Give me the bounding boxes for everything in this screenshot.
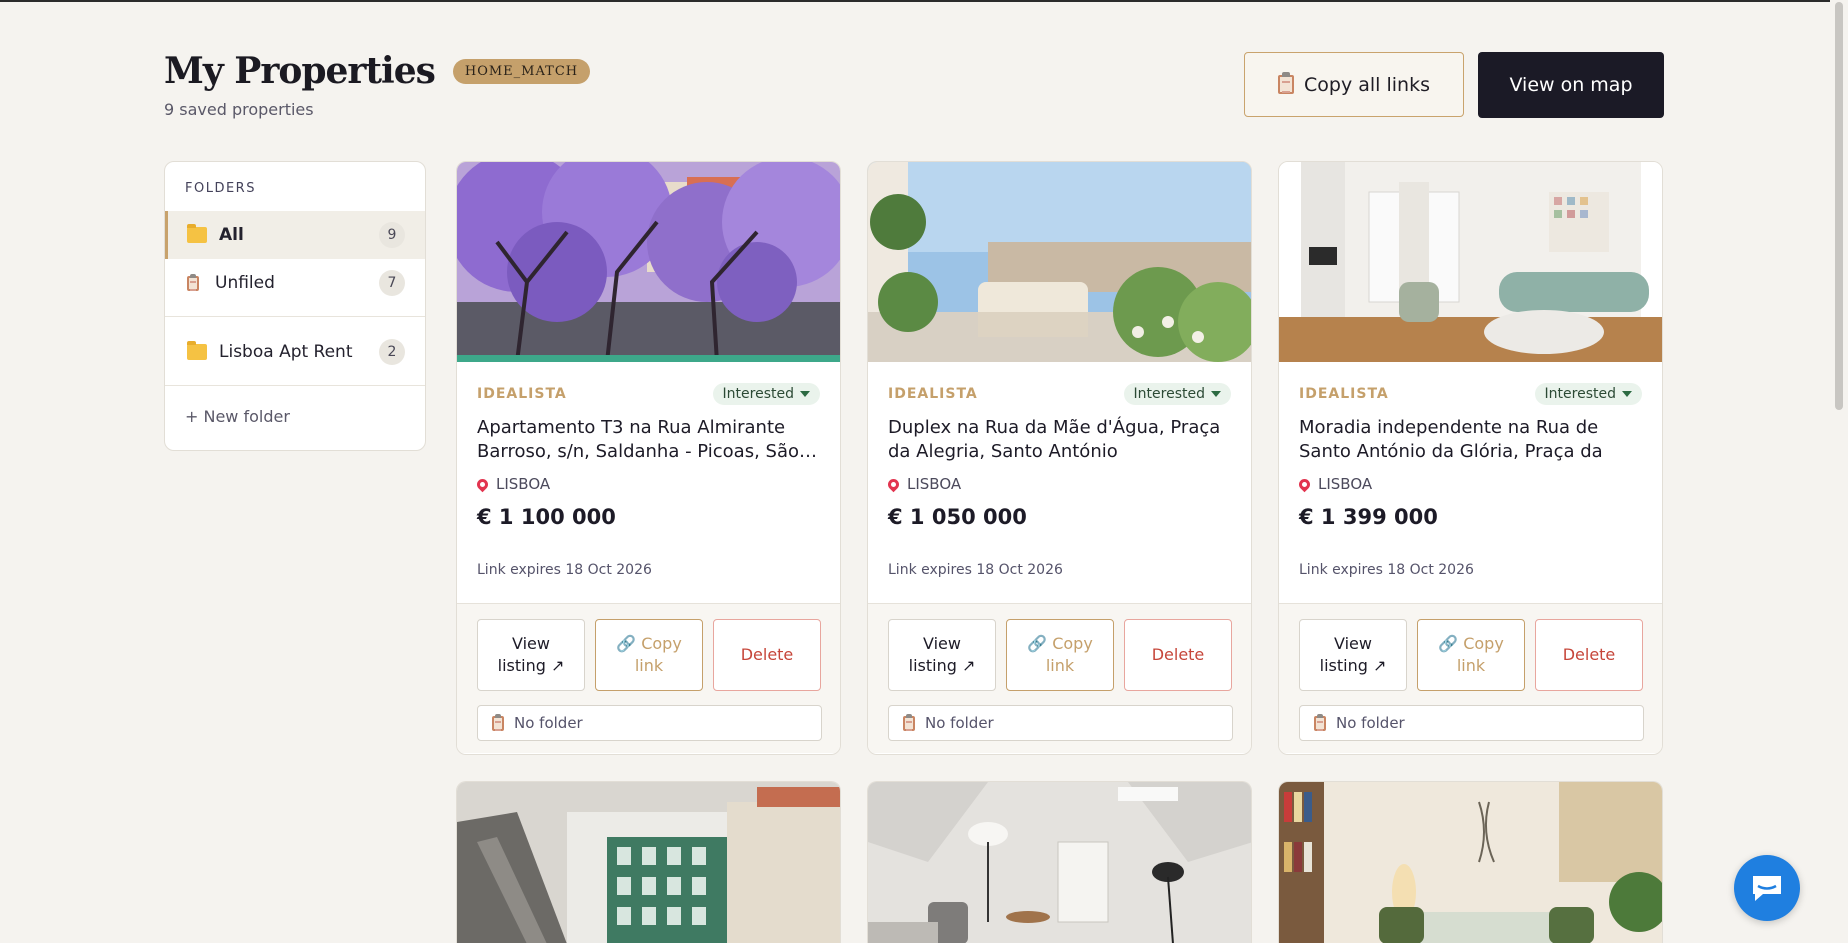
property-title[interactable]: Apartamento T3 na Rua Almirante Barroso,…	[477, 416, 822, 464]
home-match-tag: HOME_MATCH	[452, 58, 591, 84]
folder-count-badge: 9	[379, 222, 405, 248]
clipboard-icon	[1278, 72, 1294, 94]
map-pin-icon	[885, 476, 902, 492]
new-folder-button[interactable]: + New folder	[185, 407, 290, 426]
copy-link-label: 🔗 Copy link	[1438, 634, 1504, 675]
property-card: IDEALISTA Interested Moradia independent…	[1278, 161, 1663, 755]
property-card	[456, 781, 841, 943]
view-listing-button[interactable]: View listing ↗	[477, 619, 585, 691]
property-card: IDEALISTA Interested Duplex na Rua da Mã…	[867, 161, 1252, 755]
status-label: Interested	[1544, 386, 1616, 402]
copy-link-button[interactable]: 🔗 Copy link	[595, 619, 703, 691]
folder-count-badge: 2	[379, 339, 405, 365]
property-photo[interactable]	[868, 162, 1251, 362]
card-actions: View listing ↗ 🔗 Copy link Delete No folde…	[457, 603, 840, 753]
folder-select-value: No folder	[925, 714, 994, 732]
status-dropdown[interactable]: Interested	[1123, 383, 1231, 405]
property-card: IDEALISTA Interested Apartamento T3 na R…	[456, 161, 841, 755]
status-label: Interested	[1133, 386, 1205, 402]
location: LISBOA	[885, 475, 962, 493]
delete-button[interactable]: Delete	[713, 619, 821, 691]
price: € 1 050 000	[888, 505, 1027, 529]
link-icon: 🔗	[1027, 634, 1053, 653]
folder-item-all[interactable]: All 9	[165, 211, 425, 259]
folder-select[interactable]: No folder	[1299, 705, 1644, 741]
folders-heading: FOLDERS	[185, 181, 256, 196]
property-photo[interactable]	[457, 782, 840, 943]
folder-select-value: No folder	[514, 714, 583, 732]
property-title[interactable]: Moradia independente na Rua de Santo Ant…	[1299, 416, 1644, 464]
status-dropdown[interactable]: Interested	[1534, 383, 1642, 405]
property-photo[interactable]	[868, 782, 1251, 943]
link-expiry: Link expires 18 Oct 2026	[1299, 562, 1474, 578]
folder-icon	[187, 341, 207, 360]
copy-link-label: 🔗 Copy link	[1027, 634, 1093, 675]
scrollbar[interactable]	[1830, 0, 1848, 943]
link-expiry: Link expires 18 Oct 2026	[888, 562, 1063, 578]
saved-count: 9 saved properties	[164, 100, 314, 119]
folder-select-value: No folder	[1336, 714, 1405, 732]
delete-button[interactable]: Delete	[1535, 619, 1643, 691]
folders-sidebar: FOLDERS All 9 Unfiled 7 Lisboa Apt Rent …	[164, 161, 426, 451]
card-actions: View listing ↗ 🔗 Copy link Delete No folde…	[1279, 603, 1662, 753]
chat-bubble-icon	[1753, 876, 1781, 901]
folder-item-unfiled[interactable]: Unfiled 7	[165, 259, 425, 307]
price: € 1 399 000	[1299, 505, 1438, 529]
folder-name: Lisboa Apt Rent	[219, 342, 353, 362]
property-photo[interactable]	[1279, 162, 1662, 362]
view-on-map-button[interactable]: View on map	[1478, 52, 1664, 118]
page-header: My Properties HOME_MATCH 9 saved propert…	[164, 50, 591, 119]
source-label: IDEALISTA	[888, 386, 978, 402]
source-label: IDEALISTA	[1299, 386, 1389, 402]
location: LISBOA	[1296, 475, 1373, 493]
property-photo[interactable]	[1279, 782, 1662, 943]
scrollbar-thumb[interactable]	[1835, 2, 1843, 410]
clipboard-icon	[903, 713, 915, 731]
link-expiry: Link expires 18 Oct 2026	[477, 562, 652, 578]
card-actions: View listing ↗ 🔗 Copy link Delete No folde…	[868, 603, 1251, 753]
folder-item-lisboa-apt-rent[interactable]: Lisboa Apt Rent 2	[165, 328, 425, 376]
link-icon: 🔗	[1438, 634, 1464, 653]
caret-down-icon	[1211, 391, 1221, 397]
divider	[165, 316, 425, 317]
divider	[165, 385, 425, 386]
delete-button[interactable]: Delete	[1124, 619, 1232, 691]
caret-down-icon	[1622, 391, 1632, 397]
chat-button[interactable]	[1734, 855, 1800, 921]
property-photo[interactable]	[457, 162, 840, 362]
price: € 1 100 000	[477, 505, 616, 529]
folder-icon	[187, 224, 207, 243]
location-label: LISBOA	[496, 475, 551, 493]
folder-select[interactable]: No folder	[888, 705, 1233, 741]
clipboard-icon	[492, 713, 504, 731]
copy-link-label: 🔗 Copy link	[616, 634, 682, 675]
page-title: My Properties	[164, 50, 436, 92]
link-icon: 🔗	[616, 634, 642, 653]
copy-link-button[interactable]: 🔗 Copy link	[1417, 619, 1525, 691]
location-label: LISBOA	[907, 475, 962, 493]
location: LISBOA	[474, 475, 551, 493]
view-listing-button[interactable]: View listing ↗	[1299, 619, 1407, 691]
folder-count-badge: 7	[379, 270, 405, 296]
caret-down-icon	[800, 391, 810, 397]
view-listing-button[interactable]: View listing ↗	[888, 619, 996, 691]
source-label: IDEALISTA	[477, 386, 567, 402]
property-card	[867, 781, 1252, 943]
copy-link-button[interactable]: 🔗 Copy link	[1006, 619, 1114, 691]
copy-all-links-label: Copy all links	[1304, 73, 1430, 96]
location-label: LISBOA	[1318, 475, 1373, 493]
map-pin-icon	[1296, 476, 1313, 492]
top-border	[0, 0, 1830, 2]
copy-all-links-button[interactable]: Copy all links	[1244, 52, 1464, 117]
clipboard-icon	[187, 273, 199, 291]
status-dropdown[interactable]: Interested	[712, 383, 820, 405]
property-card	[1278, 781, 1663, 943]
folder-name: Unfiled	[215, 273, 275, 293]
folder-name: All	[219, 225, 244, 245]
clipboard-icon	[1314, 713, 1326, 731]
folder-select[interactable]: No folder	[477, 705, 822, 741]
property-title[interactable]: Duplex na Rua da Mãe d'Água, Praça da Al…	[888, 416, 1233, 464]
map-pin-icon	[474, 476, 491, 492]
status-label: Interested	[722, 386, 794, 402]
